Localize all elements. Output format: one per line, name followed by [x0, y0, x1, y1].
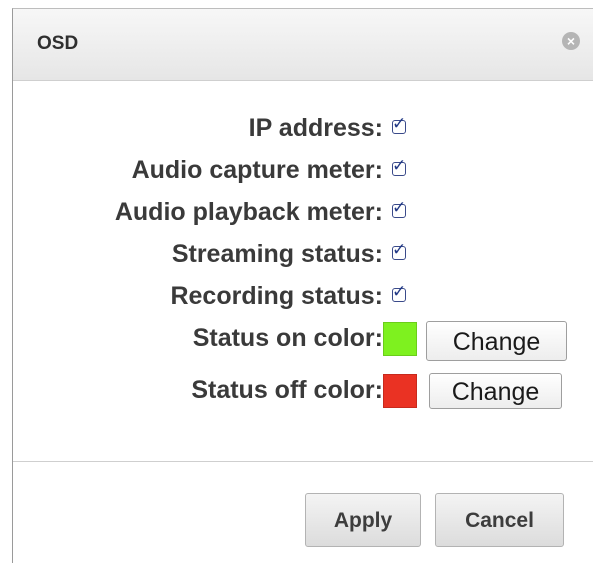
- cancel-button[interactable]: Cancel: [435, 493, 564, 547]
- audio-playback-meter-checkbox[interactable]: ✓: [392, 199, 406, 218]
- checkmark-icon: ✓: [392, 114, 407, 133]
- option-row-recording-status: Recording status: ✓: [13, 278, 593, 314]
- footer-divider: [13, 461, 593, 462]
- color-label: Status off color:: [191, 376, 383, 404]
- status-on-change-button[interactable]: Change: [426, 321, 567, 361]
- color-label: Status on color:: [192, 324, 383, 352]
- status-off-color-swatch: [383, 374, 417, 408]
- audio-capture-meter-checkbox[interactable]: ✓: [392, 157, 406, 176]
- checkmark-icon: ✓: [392, 240, 407, 259]
- option-row-ip-address: IP address: ✓: [13, 110, 593, 146]
- option-row-streaming-status: Streaming status: ✓: [13, 236, 593, 272]
- color-row-status-off: Status off color: Change: [13, 372, 593, 409]
- option-label: Audio capture meter:: [131, 156, 383, 184]
- option-label: Audio playback meter:: [114, 198, 383, 226]
- option-row-audio-playback-meter: Audio playback meter: ✓: [13, 194, 593, 230]
- color-row-status-on: Status on color: Change: [13, 320, 593, 361]
- option-row-audio-capture-meter: Audio capture meter: ✓: [13, 152, 593, 188]
- ip-address-checkbox[interactable]: ✓: [392, 115, 406, 134]
- dialog-titlebar[interactable]: OSD ×: [13, 9, 593, 81]
- status-on-color-swatch: [383, 322, 417, 356]
- close-icon[interactable]: ×: [562, 32, 580, 50]
- streaming-status-checkbox[interactable]: ✓: [392, 241, 406, 260]
- option-label: Recording status:: [170, 282, 383, 310]
- checkmark-icon: ✓: [392, 198, 407, 217]
- option-label: Streaming status:: [171, 240, 383, 268]
- checkmark-icon: ✓: [392, 156, 407, 175]
- recording-status-checkbox[interactable]: ✓: [392, 283, 406, 302]
- status-off-change-button[interactable]: Change: [429, 373, 562, 409]
- osd-dialog: OSD × IP address: ✓ Audio capture meter:…: [12, 8, 593, 563]
- apply-button[interactable]: Apply: [305, 493, 421, 547]
- option-label: IP address:: [248, 114, 383, 142]
- checkmark-icon: ✓: [392, 282, 407, 301]
- dialog-title: OSD: [37, 33, 79, 54]
